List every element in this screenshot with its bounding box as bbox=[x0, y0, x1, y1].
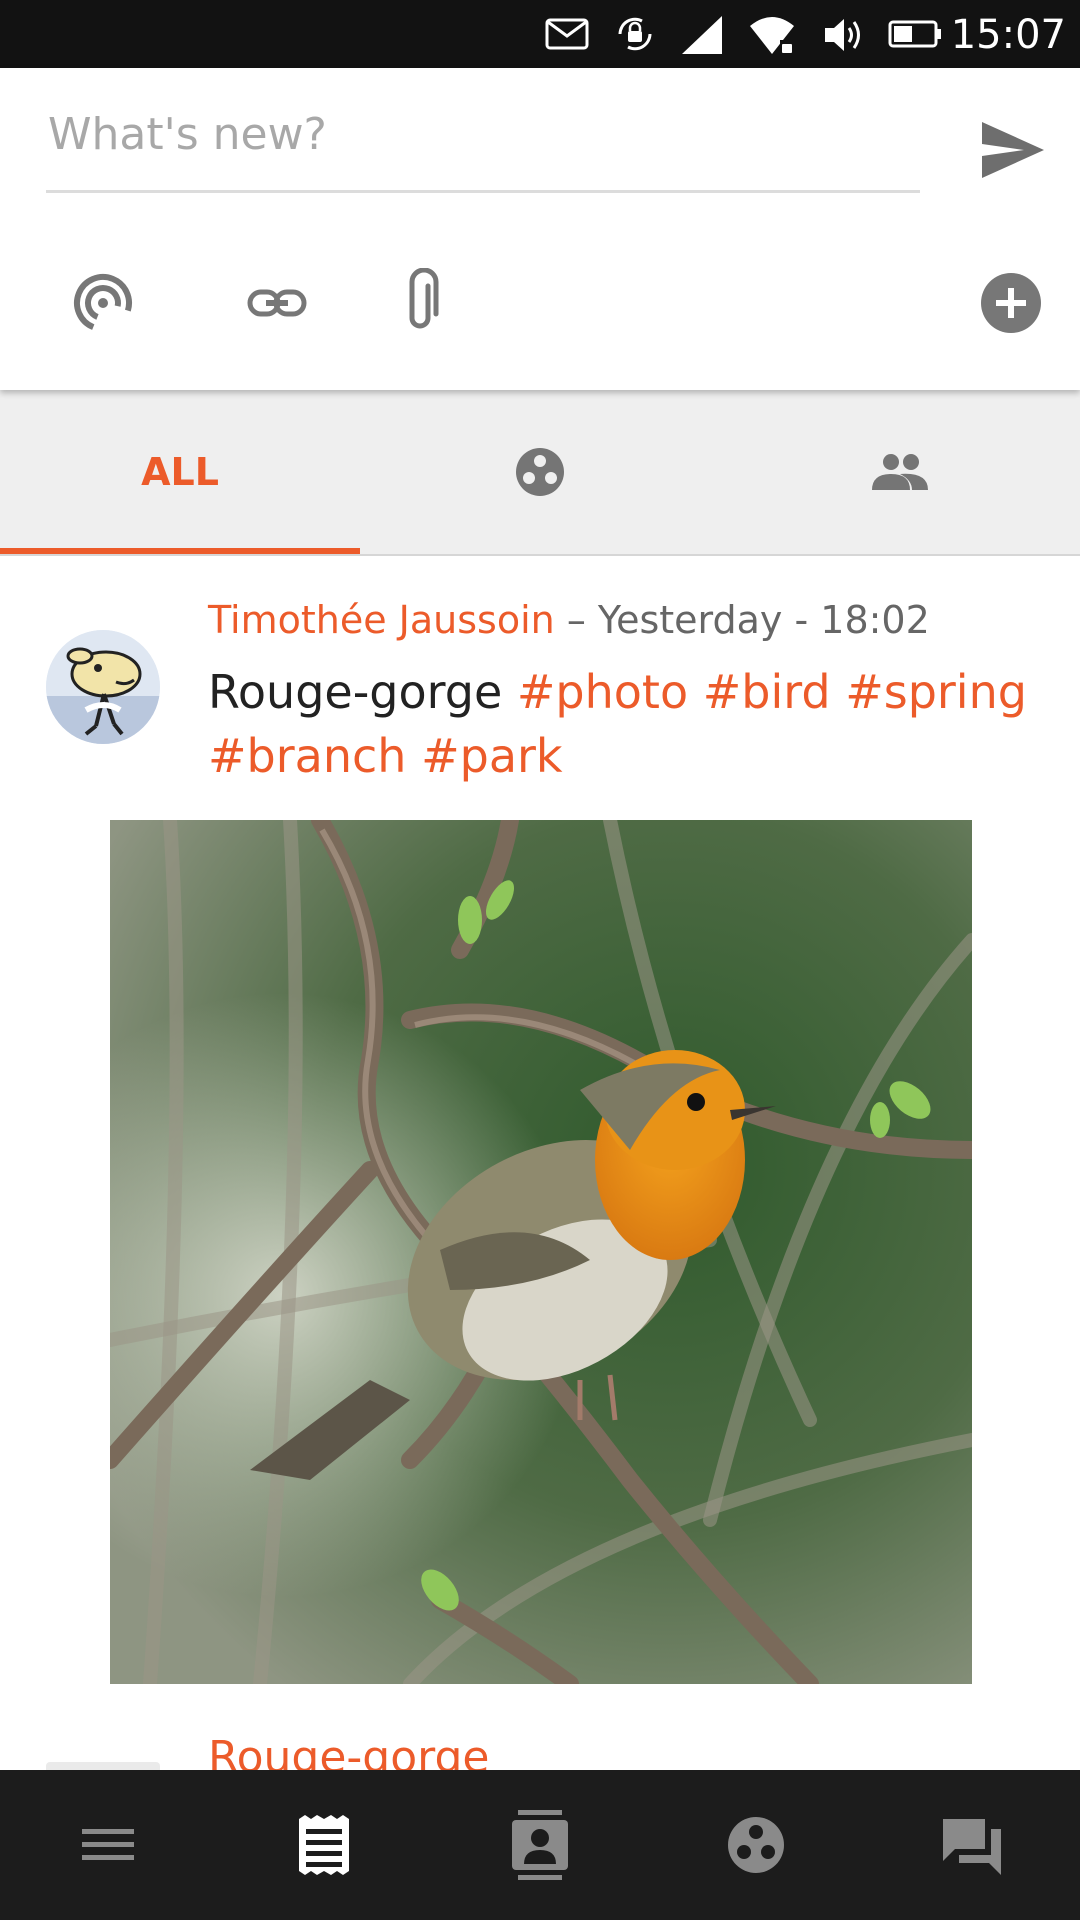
people-icon bbox=[872, 454, 928, 490]
hashtag[interactable]: #bird bbox=[703, 665, 831, 719]
status-time: 15:07 bbox=[950, 12, 1066, 58]
attachment-icon[interactable] bbox=[386, 268, 456, 338]
chat-icon bbox=[943, 1819, 1001, 1875]
add-circle-icon[interactable] bbox=[976, 268, 1046, 338]
input-underline bbox=[46, 190, 920, 193]
post-photo[interactable] bbox=[110, 820, 972, 1684]
tab-circles[interactable] bbox=[360, 390, 720, 554]
bottom-navigation bbox=[0, 1770, 1080, 1920]
nav-chat[interactable] bbox=[864, 1770, 1080, 1920]
whats-new-input[interactable] bbox=[46, 98, 924, 170]
hashtag[interactable]: #park bbox=[421, 729, 562, 783]
nav-contacts[interactable] bbox=[432, 1770, 648, 1920]
broadcast-icon[interactable] bbox=[68, 268, 138, 338]
news-icon bbox=[299, 1815, 349, 1875]
tab-all[interactable]: ALL bbox=[0, 390, 360, 554]
tab-people[interactable] bbox=[720, 390, 1080, 554]
post-card[interactable]: Timothée Jaussoin – Yesterday - 18:02 Ro… bbox=[0, 556, 1080, 1783]
post-body: Rouge-gorge #photo #bird #spring #branch… bbox=[208, 660, 1028, 788]
feed-tabs: ALL bbox=[0, 390, 1080, 556]
goat-avatar-icon bbox=[46, 630, 160, 744]
robin-photo bbox=[110, 820, 972, 1684]
post-text: Rouge-gorge bbox=[208, 665, 503, 719]
author-name[interactable]: Timothée Jaussoin bbox=[208, 598, 555, 642]
contacts-icon bbox=[512, 1810, 568, 1880]
battery-icon bbox=[888, 20, 941, 48]
nav-menu[interactable] bbox=[0, 1770, 216, 1920]
post-time: – Yesterday - 18:02 bbox=[566, 598, 930, 642]
menu-icon bbox=[82, 1829, 134, 1860]
communities-icon bbox=[728, 1817, 784, 1873]
cell-signal-icon bbox=[682, 16, 722, 54]
link-icon[interactable] bbox=[242, 268, 312, 338]
hashtag[interactable]: #photo bbox=[517, 665, 688, 719]
post-meta: Timothée Jaussoin – Yesterday - 18:02 bbox=[208, 598, 930, 642]
circles-icon bbox=[516, 448, 564, 496]
volume-icon bbox=[825, 19, 860, 51]
tab-all-label: ALL bbox=[141, 450, 219, 494]
nav-news[interactable] bbox=[216, 1770, 432, 1920]
hashtag[interactable]: #spring bbox=[845, 665, 1027, 719]
status-bar: 15:07 bbox=[0, 0, 1080, 68]
send-icon[interactable] bbox=[978, 114, 1048, 184]
rotation-lock-icon bbox=[618, 17, 652, 51]
author-avatar[interactable] bbox=[46, 630, 160, 744]
wifi-icon bbox=[750, 17, 794, 54]
post-composer bbox=[0, 68, 1080, 390]
nav-communities[interactable] bbox=[648, 1770, 864, 1920]
mail-icon bbox=[545, 18, 589, 50]
hashtag[interactable]: #branch bbox=[208, 729, 406, 783]
